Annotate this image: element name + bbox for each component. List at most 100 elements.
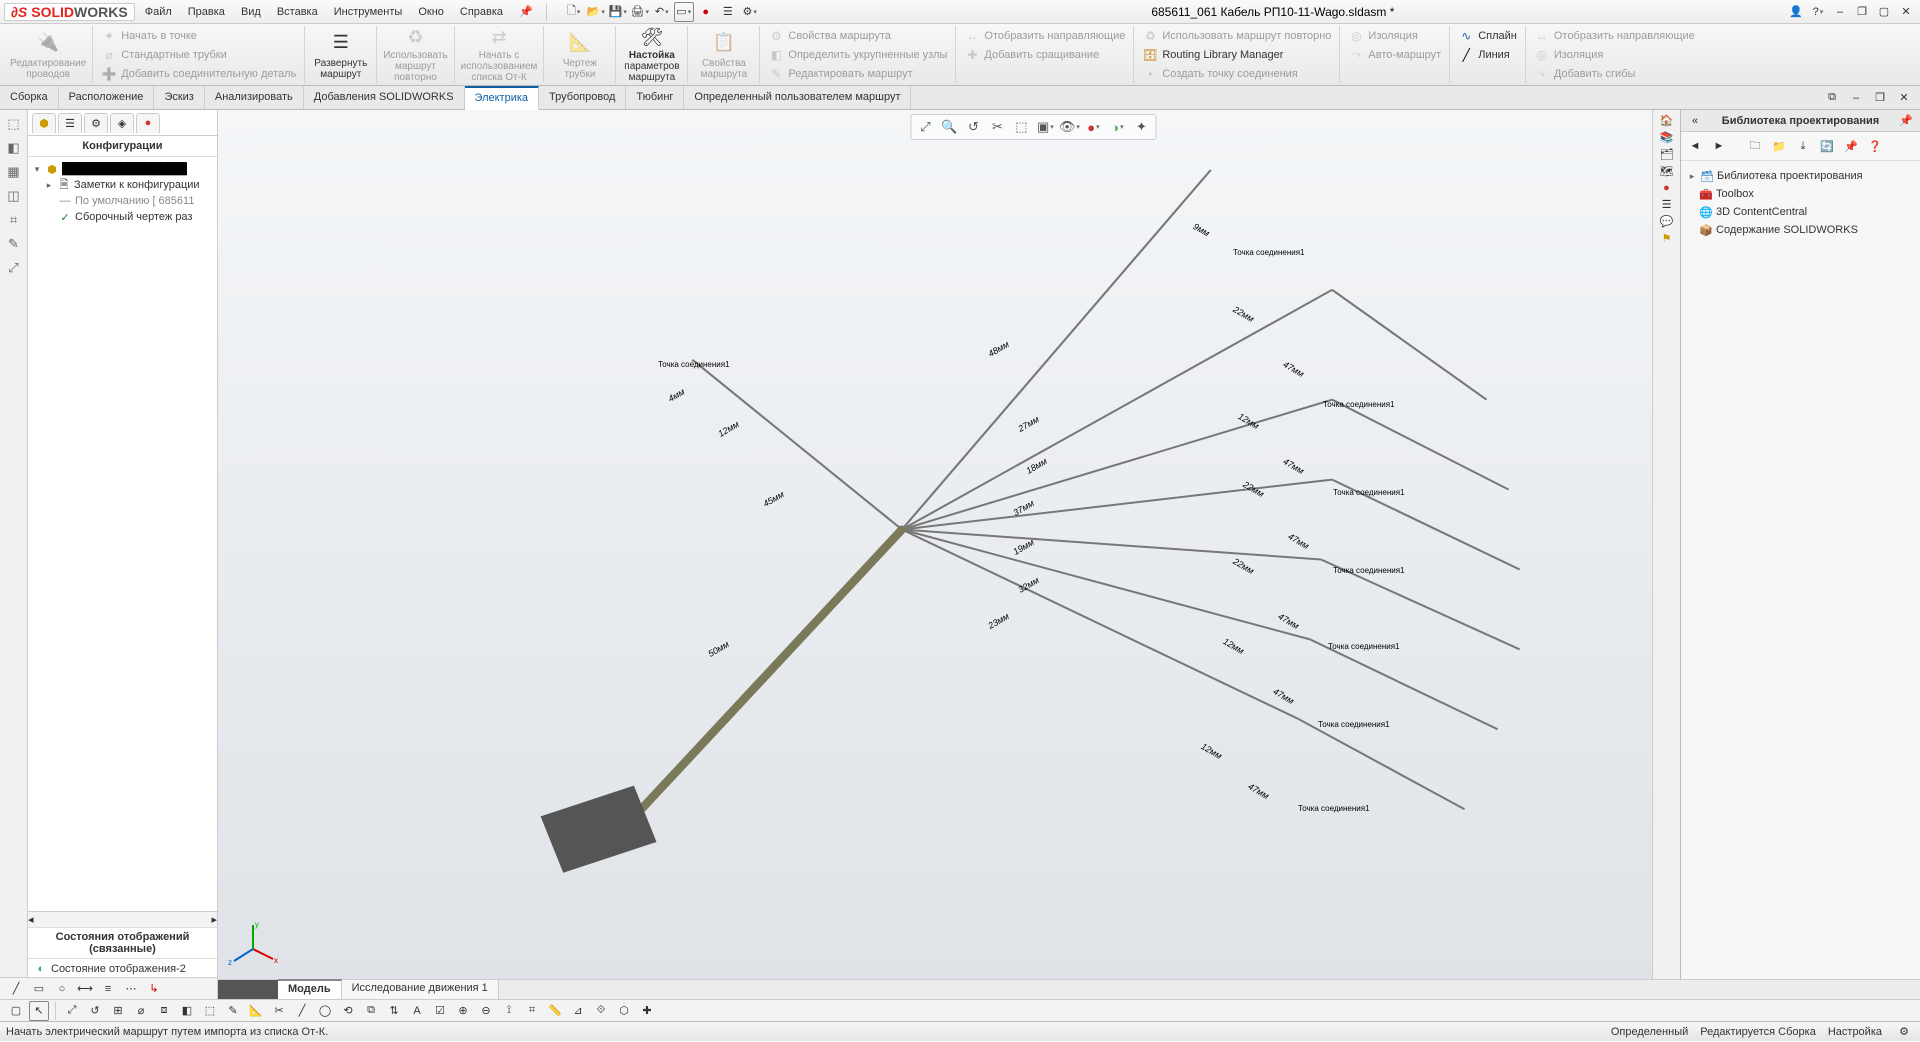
fm-notes[interactable]: ▸🗎Заметки к конфигурации (30, 177, 215, 193)
tb-i21[interactable]: ⌗ (522, 1001, 542, 1021)
rp-addloc-icon[interactable]: 🗀 (1745, 136, 1765, 156)
rp-item-toolbox[interactable]: 🧰Toolbox (1685, 185, 1916, 203)
tb-cursor-icon[interactable]: ↖ (29, 1001, 49, 1021)
lbl[interactable]: Сплайн (1478, 30, 1517, 42)
tab-analyze[interactable]: Анализировать (205, 86, 304, 109)
tb-i7[interactable]: ⬚ (200, 1001, 220, 1021)
status-customize[interactable]: Настройка (1828, 1026, 1882, 1038)
user-icon[interactable]: 👤 (1786, 2, 1806, 22)
status-gear-icon[interactable]: ⚙ (1894, 1022, 1914, 1042)
minimize-button[interactable]: – (1830, 2, 1850, 22)
sk-rect-icon[interactable]: ▭ (29, 979, 49, 999)
tb-i12[interactable]: ◯ (315, 1001, 335, 1021)
menu-tools[interactable]: Инструменты (328, 4, 409, 20)
close-button[interactable]: ✕ (1896, 2, 1916, 22)
lt-icon-6[interactable]: ✎ (4, 234, 24, 254)
timeline-bar[interactable] (218, 980, 278, 999)
tb-i17[interactable]: ☑ (430, 1001, 450, 1021)
tp-designlib-icon[interactable]: 📚 (1660, 131, 1674, 144)
select-button[interactable]: ▭ (674, 2, 694, 22)
menu-insert[interactable]: Вставка (271, 4, 324, 20)
rp-back-icon[interactable]: ◄ (1685, 136, 1705, 156)
cp-3[interactable]: Точка соединения1 (1333, 488, 1405, 497)
cp-2[interactable]: Точка соединения1 (1323, 400, 1395, 409)
sk-align-icon[interactable]: ≡ (98, 979, 118, 999)
cp-7[interactable]: Точка соединения1 (1298, 804, 1370, 813)
lt-icon-4[interactable]: ◫ (4, 186, 24, 206)
save-button[interactable]: 💾 (608, 2, 628, 22)
menu-edit[interactable]: Правка (182, 4, 231, 20)
tab-addins[interactable]: Добавления SOLIDWORKS (304, 86, 465, 109)
tb-i11[interactable]: ╱ (292, 1001, 312, 1021)
mdi-min-icon[interactable]: – (1846, 88, 1866, 108)
fm-tab-config-icon[interactable]: ⚙ (84, 113, 108, 133)
lbl[interactable]: Определить укрупненные узлы (788, 49, 947, 61)
tb-i26[interactable]: ✚ (637, 1001, 657, 1021)
view-triad[interactable]: x y z (228, 919, 278, 969)
maximize-button[interactable]: ▢ (1874, 2, 1894, 22)
mdi-close-icon[interactable]: ✕ (1894, 88, 1914, 108)
lbl[interactable]: Routing Library Manager (1162, 49, 1283, 61)
lbl[interactable]: Добавить сгибы (1554, 68, 1636, 80)
tp-viewpalette-icon[interactable]: 🗺 (1660, 165, 1674, 178)
fm-tab-prop-icon[interactable]: ☰ (58, 113, 82, 133)
bottom-tab-model[interactable]: Модель (278, 979, 342, 999)
rp-newfolder-icon[interactable]: 📁 (1769, 136, 1789, 156)
tab-electrical[interactable]: Электрика (465, 86, 540, 110)
fm-root[interactable]: ▾⬢████████████████ (30, 161, 215, 177)
lbl[interactable]: Линия (1478, 49, 1510, 61)
rp-refresh-icon[interactable]: 🔄 (1817, 136, 1837, 156)
tp-forum-icon[interactable]: 💬 (1660, 215, 1674, 228)
tb-i3[interactable]: ⊞ (108, 1001, 128, 1021)
rebuild-button[interactable]: ● (696, 2, 716, 22)
tb-cube-icon[interactable]: ▢ (6, 1001, 26, 1021)
lt-icon-3[interactable]: ▦ (4, 162, 24, 182)
lt-icon-1[interactable]: ⬚ (4, 114, 24, 134)
lbl[interactable]: Создать точку соединения (1162, 68, 1297, 80)
lbl[interactable]: Стандартные трубки (121, 49, 227, 61)
menu-file[interactable]: Файл (139, 4, 178, 20)
tp-home-icon[interactable]: 🏠 (1660, 114, 1674, 127)
rp-fwd-icon[interactable]: ► (1709, 136, 1729, 156)
sk-dims-icon[interactable]: ⟷ (75, 979, 95, 999)
tb-i1[interactable]: ⤢ (62, 1001, 82, 1021)
tab-sketch[interactable]: Эскиз (154, 86, 204, 109)
tb-i2[interactable]: ↺ (85, 1001, 105, 1021)
lbl[interactable]: Использовать маршрут повторно (1162, 30, 1331, 42)
sk-axis-icon[interactable]: ↳ (144, 979, 164, 999)
tp-custom-icon[interactable]: ☰ (1662, 198, 1672, 211)
tb-i25[interactable]: ⬡ (614, 1001, 634, 1021)
tp-sim-icon[interactable]: ⚑ (1662, 232, 1672, 245)
rp-pin-icon[interactable]: 📌 (1896, 111, 1916, 131)
tab-userroute[interactable]: Определенный пользователем маршрут (684, 86, 911, 109)
mdi-popout-icon[interactable]: ⧉ (1822, 88, 1842, 108)
rp-item-designlib[interactable]: ▸🗃Библиотека проектирования (1685, 167, 1916, 185)
tab-tubing[interactable]: Тюбинг (626, 86, 684, 109)
fm-tab-disp-icon[interactable]: ◈ (110, 113, 134, 133)
tb-i13[interactable]: ⟲ (338, 1001, 358, 1021)
cp-6[interactable]: Точка соединения1 (1318, 720, 1390, 729)
lbl[interactable]: Свойства маршрута (788, 30, 891, 42)
undo-button[interactable]: ↶ (652, 2, 672, 22)
tab-assembly[interactable]: Сборка (0, 86, 59, 109)
graphics-area[interactable]: ⤢ 🔍 ↺ ✂ ⬚ ▣ 👁 ● ◑ ✦ (218, 110, 1652, 979)
sk-circle-icon[interactable]: ○ (52, 979, 72, 999)
tab-layout[interactable]: Расположение (59, 86, 155, 109)
tb-i4[interactable]: ⌀ (131, 1001, 151, 1021)
tb-i16[interactable]: A (407, 1001, 427, 1021)
fm-tab-tree-icon[interactable]: ⬢ (32, 113, 56, 133)
ribbon-flatten-route[interactable]: ☰ Развернутьмаршрут (305, 26, 377, 83)
tb-i14[interactable]: ⧉ (361, 1001, 381, 1021)
tb-i10[interactable]: ✂ (269, 1001, 289, 1021)
tb-i24[interactable]: ⟐ (591, 1001, 611, 1021)
rp-collapse-icon[interactable]: « (1685, 111, 1705, 131)
menu-help[interactable]: Справка (454, 4, 509, 20)
lbl[interactable]: Добавить соединительную деталь (121, 68, 296, 80)
lt-icon-5[interactable]: ⌗ (4, 210, 24, 230)
new-doc-button[interactable]: 🗋 (564, 2, 584, 22)
tab-piping[interactable]: Трубопровод (539, 86, 626, 109)
menu-window[interactable]: Окно (412, 4, 450, 20)
tb-i15[interactable]: ⇅ (384, 1001, 404, 1021)
open-doc-button[interactable]: 📂 (586, 2, 606, 22)
lbl[interactable]: Отобразить направляющие (984, 30, 1125, 42)
